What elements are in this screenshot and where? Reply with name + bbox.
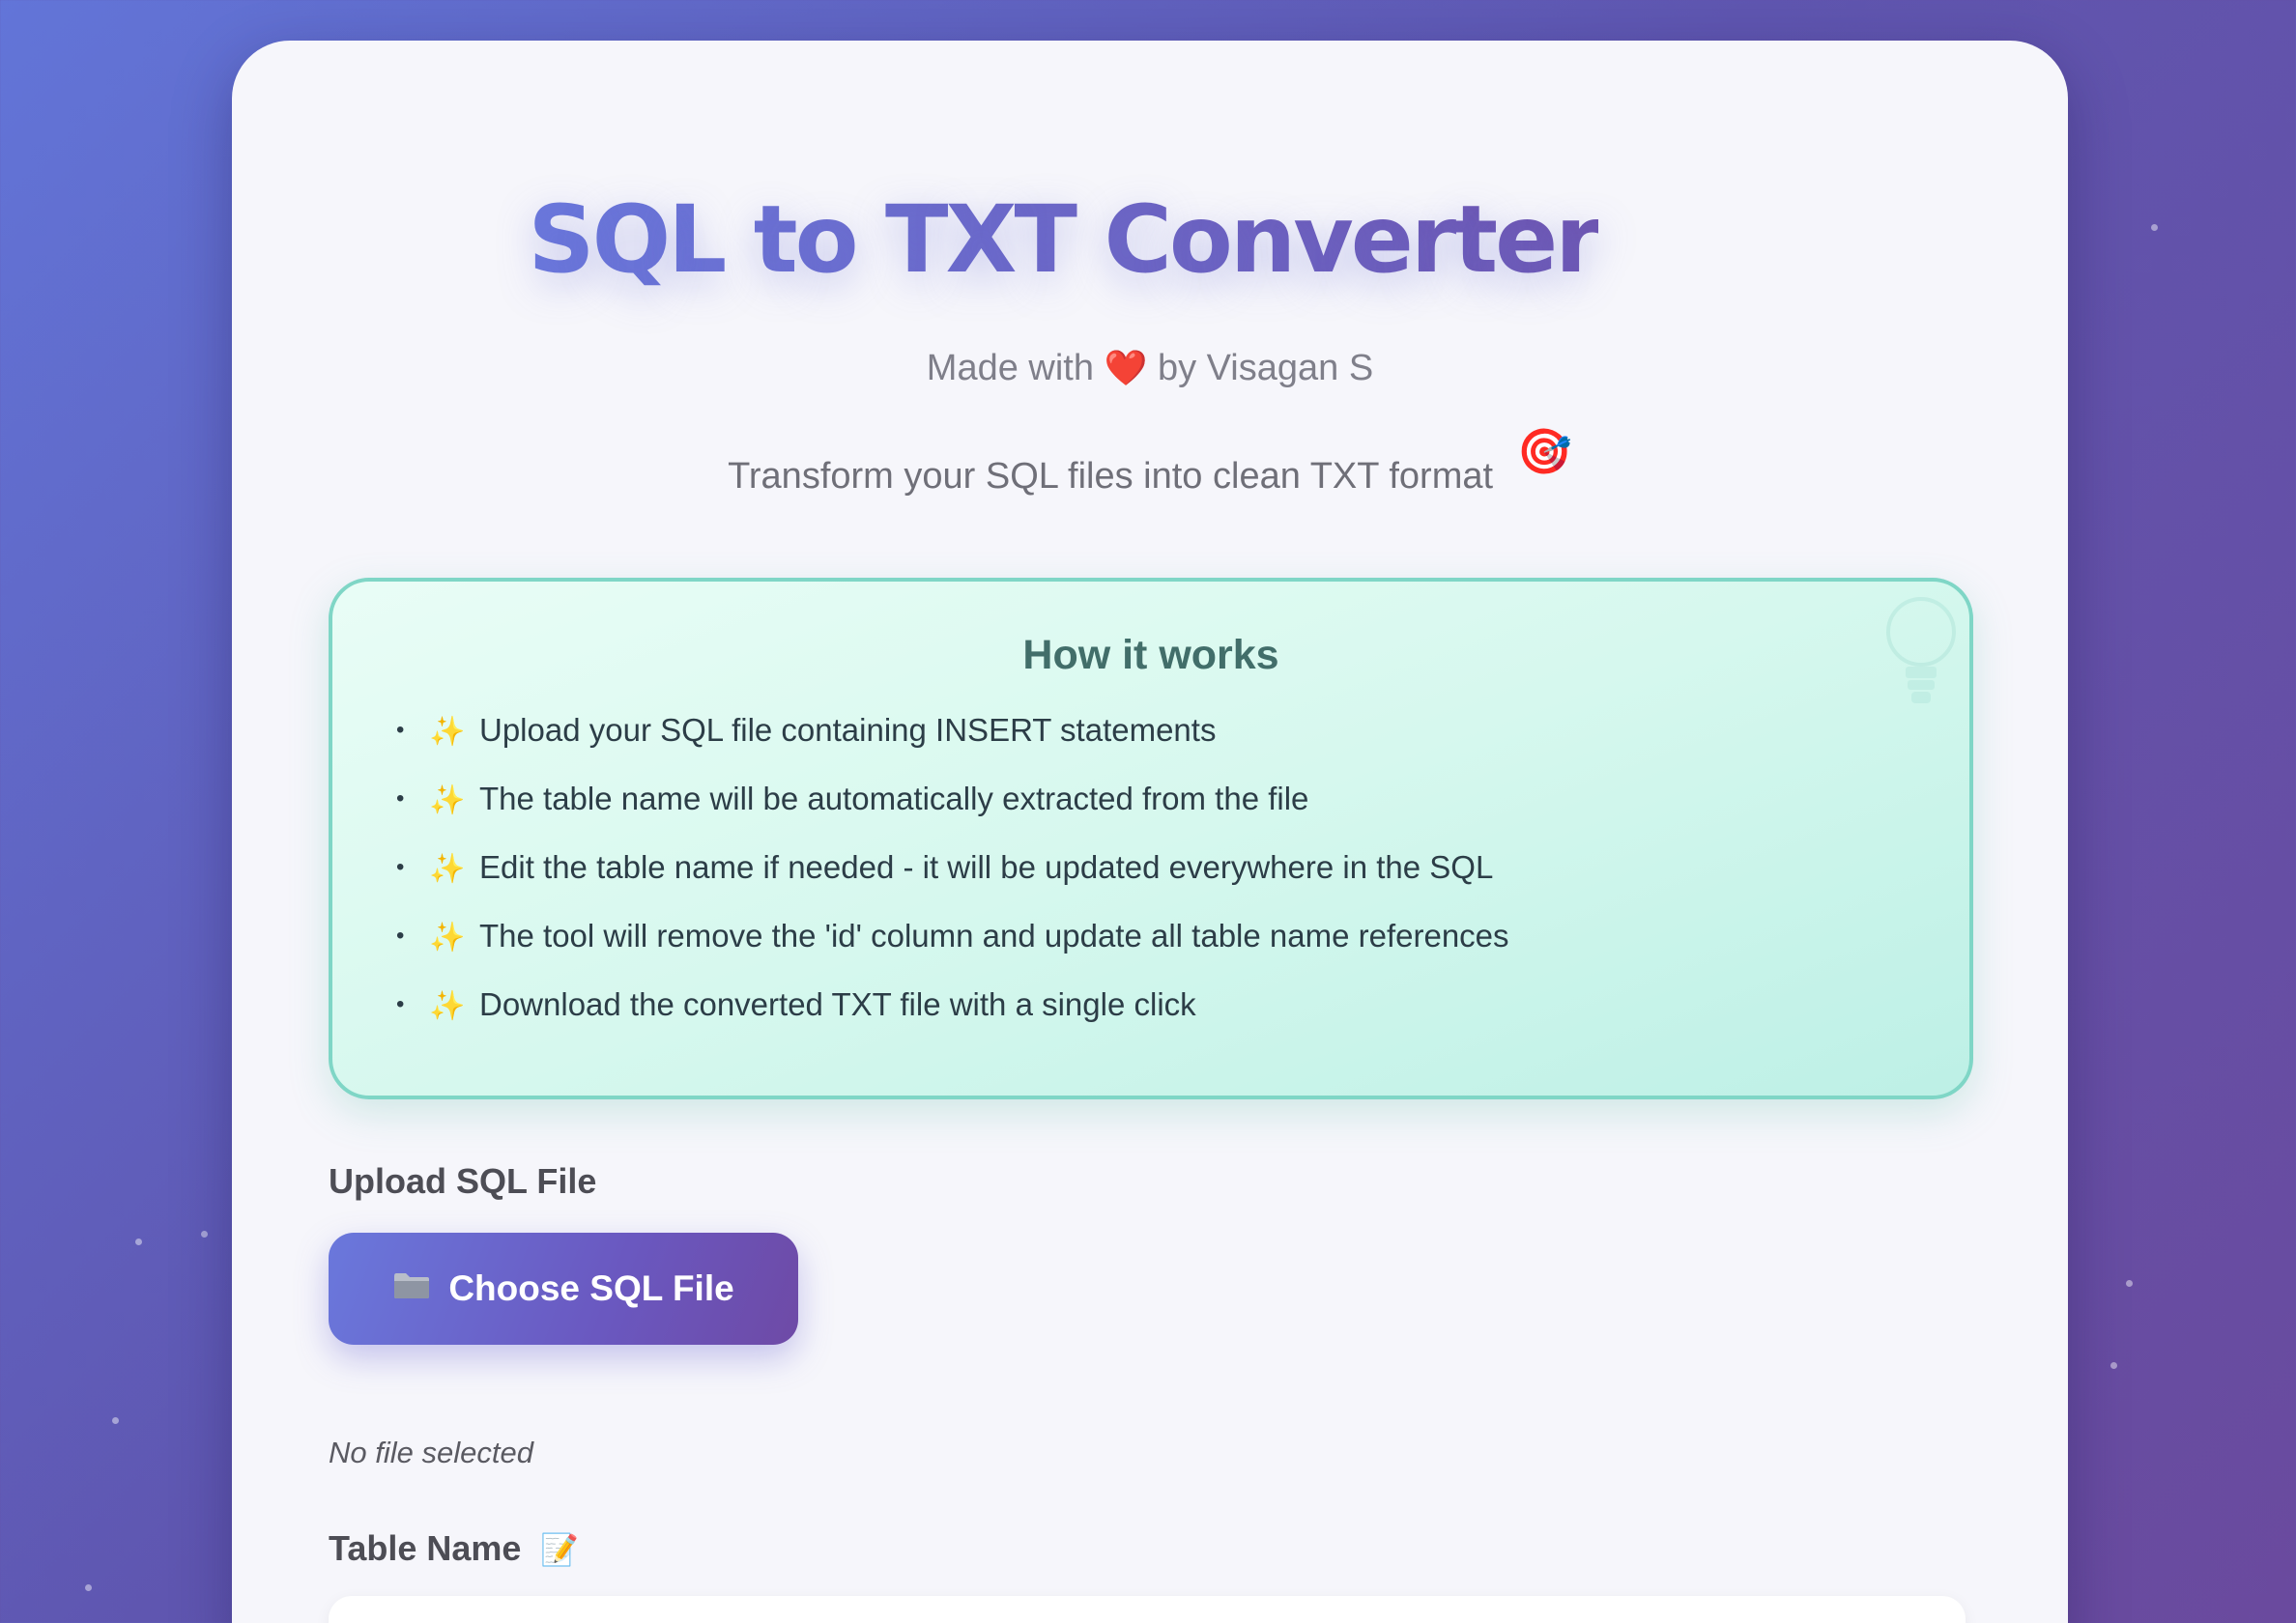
background-dot (135, 1239, 142, 1245)
how-it-works-title: How it works (1022, 632, 1279, 678)
list-item: • ✨ Download the converted TXT file with … (396, 970, 1509, 1039)
author-credit: Made with ❤️ by Visagan S (232, 348, 2068, 389)
sparkle-icon: ✨ (429, 990, 466, 1022)
table-name-input[interactable] (329, 1596, 1966, 1623)
background-dot (112, 1417, 119, 1424)
background-dot (2110, 1362, 2117, 1369)
list-item-text: The table name will be automatically ext… (479, 781, 1309, 816)
list-item-text: Upload your SQL file containing INSERT s… (479, 712, 1217, 748)
target-icon: 🎯 (1516, 426, 1572, 476)
sparkle-icon: ✨ (429, 922, 466, 954)
heart-icon: ❤️ (1104, 348, 1148, 387)
folder-icon (394, 1273, 430, 1298)
background-dot (2126, 1280, 2133, 1287)
background-dot (85, 1584, 92, 1591)
sparkle-icon: ✨ (429, 716, 466, 748)
upload-label: Upload SQL File (329, 1161, 597, 1201)
made-with-prefix: Made with (926, 348, 1094, 388)
memo-icon: 📝 (540, 1532, 580, 1567)
page-title: SQL to TXT Converter (232, 185, 2068, 294)
list-item-text: Download the converted TXT file with a s… (479, 986, 1196, 1022)
tagline: Transform your SQL files into clean TXT … (232, 426, 2068, 499)
choose-file-button[interactable]: Choose SQL File (329, 1233, 798, 1345)
table-name-label-text: Table Name (329, 1528, 522, 1568)
list-item-text: The tool will remove the 'id' column and… (479, 918, 1509, 954)
page-title-text: SQL to TXT Converter (528, 185, 1600, 294)
background-dot (201, 1231, 208, 1238)
table-name-label: Table Name 📝 (329, 1528, 579, 1569)
choose-file-button-label: Choose SQL File (448, 1268, 734, 1308)
how-it-works-list: • ✨ Upload your SQL file containing INSER… (396, 696, 1509, 1039)
sparkle-icon: ✨ (429, 853, 466, 885)
list-item: • ✨ Edit the table name if needed - it wi… (396, 833, 1509, 901)
how-it-works-panel: How it works • ✨ Upload your SQL file con… (329, 578, 1973, 1099)
list-item: • ✨ The tool will remove the 'id' column … (396, 901, 1509, 970)
sparkle-icon: ✨ (429, 784, 466, 816)
tagline-text: Transform your SQL files into clean TXT … (728, 456, 1494, 497)
list-item: • ✨ Upload your SQL file containing INSER… (396, 696, 1509, 764)
file-status: No file selected (329, 1436, 533, 1469)
background-dot (2151, 224, 2158, 231)
main-card: SQL to TXT Converter Made with ❤️ by Vis… (232, 41, 2068, 1623)
list-item-text: Edit the table name if needed - it will … (479, 849, 1494, 885)
list-item: • ✨ The table name will be automatically … (396, 764, 1509, 833)
made-with-suffix: by Visagan S (1157, 348, 1374, 388)
